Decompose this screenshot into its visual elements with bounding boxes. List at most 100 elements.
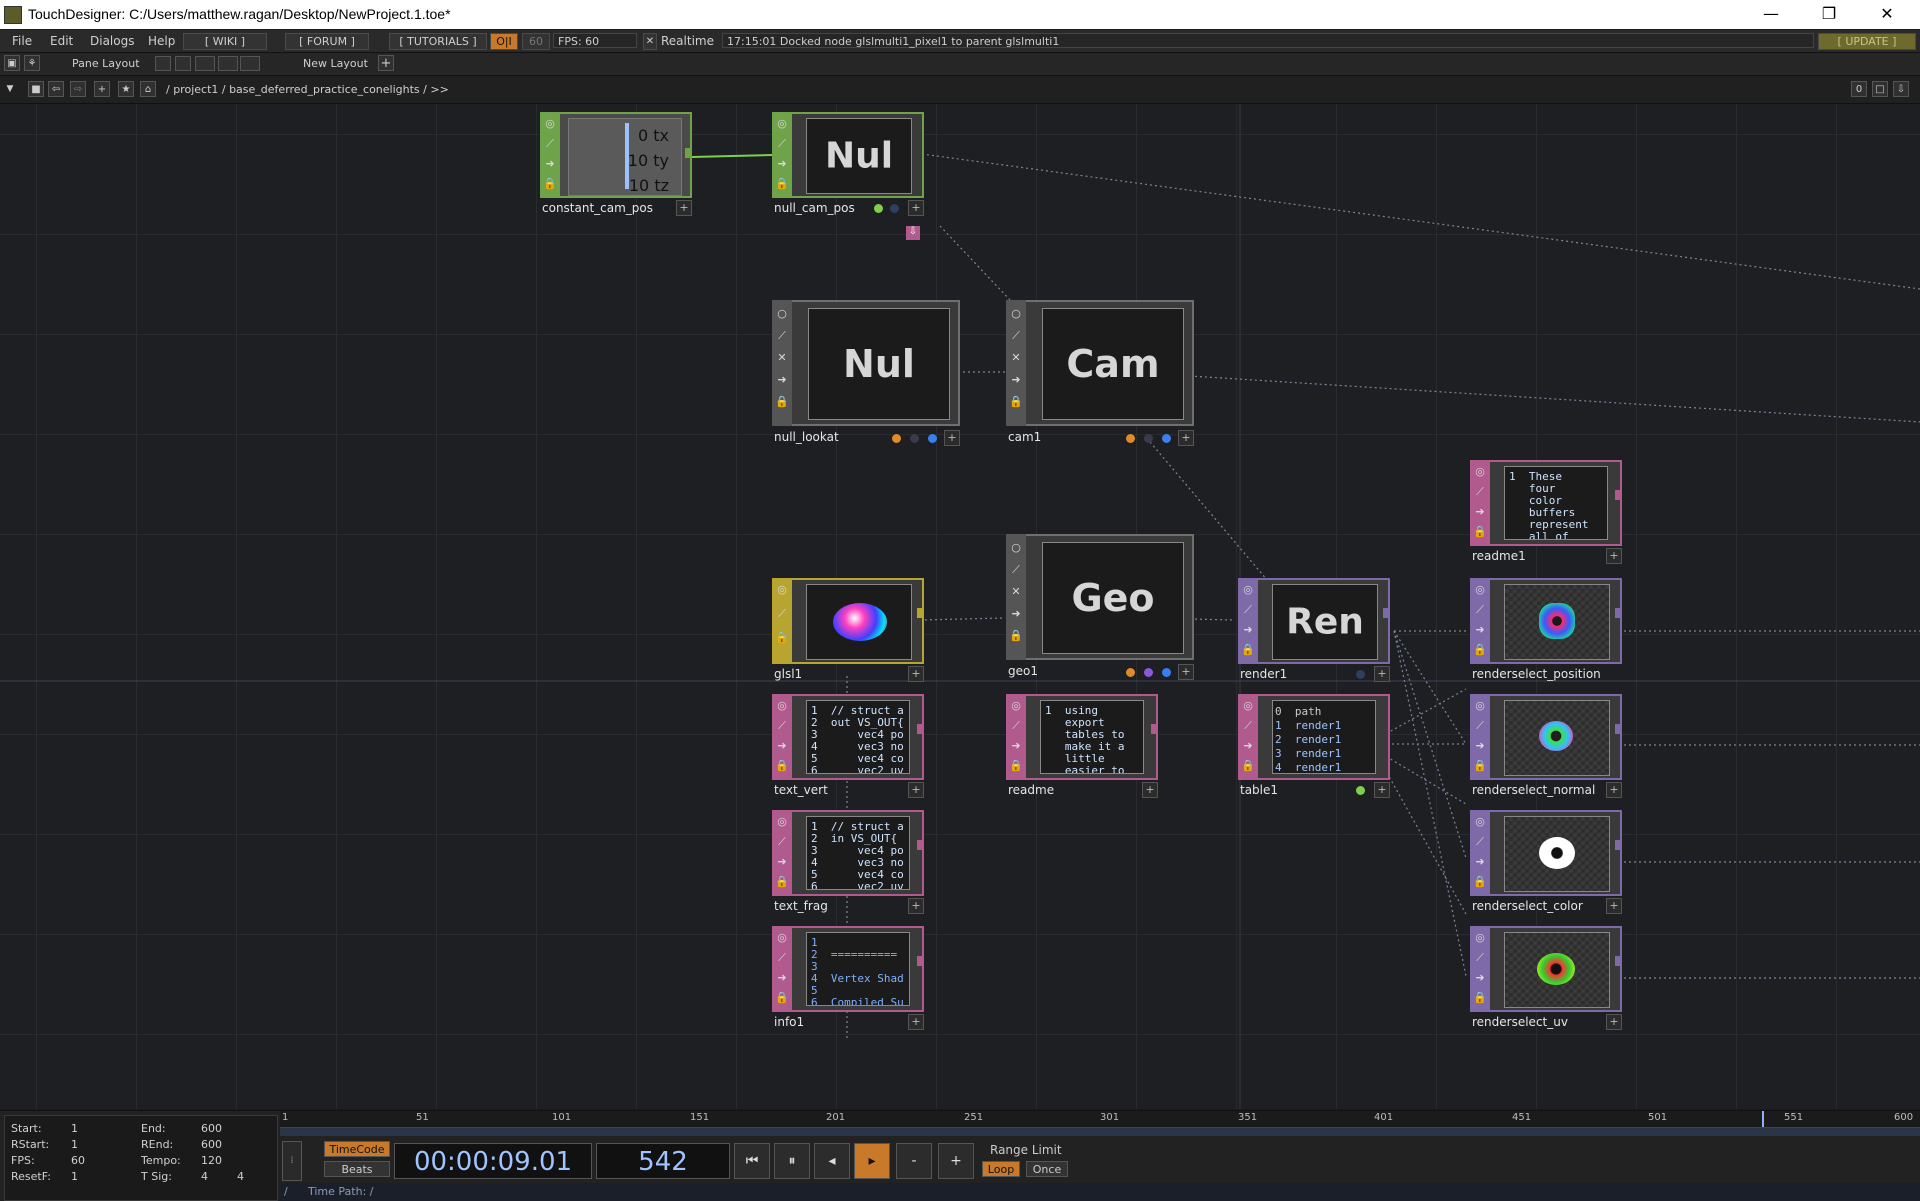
node-renderselect-uv[interactable]: ◎ ⟋ ➜ 🔒 renderselect_uv +	[1470, 926, 1622, 1030]
bypass-flag-icon[interactable]: ⟋	[1472, 484, 1488, 500]
lock-flag-icon[interactable]: 🔒	[1472, 524, 1488, 540]
viewer-flag-icon[interactable]: ◎	[774, 582, 790, 598]
back-icon[interactable]: ⇦	[48, 81, 64, 97]
wire-constant-to-null[interactable]	[691, 154, 773, 158]
node-plus-button[interactable]: +	[1142, 782, 1158, 798]
node-renderselect-color[interactable]: ◎ ⟋ ➜ 🔒 renderselect_color +	[1470, 810, 1622, 914]
viewer-flag-icon[interactable]: ○	[1008, 540, 1024, 556]
end-value[interactable]: 600	[201, 1122, 222, 1135]
timeline-handle[interactable]: ⁞	[282, 1141, 302, 1181]
lock-flag-icon[interactable]: 🔒	[1472, 642, 1488, 658]
delete-flag-icon[interactable]: ✕	[1008, 350, 1024, 366]
home-icon[interactable]: ⌂	[140, 81, 156, 97]
node-plus-button[interactable]: +	[908, 666, 924, 682]
node-readme1[interactable]: ◎ ⟋ ➜ 🔒 1 These four color buffers repre…	[1470, 460, 1622, 564]
pane-type-icon[interactable]: ▣	[4, 55, 20, 71]
rstart-value[interactable]: 1	[71, 1138, 78, 1151]
node-plus-button[interactable]: +	[1606, 548, 1622, 564]
bypass-flag-icon[interactable]: ⟋	[1008, 562, 1024, 578]
wire-cam-out[interactable]	[1189, 375, 1920, 423]
menu-dialogs[interactable]: Dialogs	[90, 34, 134, 48]
node-constant-cam-pos[interactable]: ◎ ⟋ ➜ 🔒 0 tx 10 ty 10 tz constant_cam_po…	[540, 112, 692, 216]
display-flag-icon[interactable]: ➜	[1472, 738, 1488, 754]
forum-button[interactable]: [ FORUM ]	[285, 33, 369, 50]
step-back-button[interactable]: -	[896, 1143, 932, 1179]
bypass-flag-icon[interactable]: ⟋	[542, 136, 558, 152]
node-text-vert[interactable]: ◎ ⟋ ➜ 🔒 1 // struct a 2 out VS_OUT{ 3 ve…	[772, 694, 924, 798]
pane-menu-icon[interactable]: ▼	[3, 81, 17, 95]
delete-flag-icon[interactable]: ✕	[1008, 584, 1024, 600]
viewer-flag-icon[interactable]: ◎	[774, 116, 790, 132]
node-plus-button[interactable]: +	[908, 782, 924, 798]
node-readme[interactable]: ◎ ⟋ ➜ 🔒 1 using export tables to make it…	[1006, 694, 1158, 798]
zero-toggle[interactable]: 0	[1851, 81, 1867, 97]
node-label[interactable]: renderselect_color	[1472, 899, 1583, 913]
tempo-value[interactable]: 120	[201, 1154, 222, 1167]
node-table1[interactable]: ◎ ⟋ ➜ 🔒 0 path 1 render1 2 render1 3 ren…	[1238, 694, 1390, 798]
lock-flag-icon[interactable]: 🔒	[774, 176, 790, 192]
display-flag-icon[interactable]: ➜	[542, 156, 558, 172]
node-plus-button[interactable]: +	[1374, 782, 1390, 798]
node-text-frag[interactable]: ◎ ⟋ ➜ 🔒 1 // struct a 2 in VS_OUT{ 3 vec…	[772, 810, 924, 914]
lock-flag-icon[interactable]: 🔒	[774, 394, 790, 410]
viewer-flag-icon[interactable]: ○	[1008, 306, 1024, 322]
node-plus-button[interactable]: +	[908, 1014, 924, 1030]
viewer-flag-icon[interactable]: ◎	[1472, 464, 1488, 480]
timeline-ruler[interactable]: 1 51 101 151 201 251 301 351 401 451 501…	[280, 1111, 1920, 1128]
menu-help[interactable]: Help	[148, 34, 175, 48]
node-label[interactable]: readme1	[1472, 549, 1526, 563]
viewer-flag-icon[interactable]: ◎	[1240, 582, 1256, 598]
viewer-flag-icon[interactable]: ◎	[774, 930, 790, 946]
bypass-flag-icon[interactable]: ⟋	[774, 834, 790, 850]
once-toggle[interactable]: Once	[1026, 1161, 1068, 1177]
lock-flag-icon[interactable]: 🔒	[1472, 874, 1488, 890]
node-plus-button[interactable]: +	[1374, 666, 1390, 682]
display-flag-icon[interactable]: ➜	[1240, 738, 1256, 754]
loop-toggle[interactable]: Loop	[982, 1161, 1020, 1177]
lock-flag-icon[interactable]: 🔒	[1472, 758, 1488, 774]
node-geo1[interactable]: ○ ⟋ ✕ ➜ 🔒 Geo geo1 +	[1006, 534, 1194, 684]
lock-flag-icon[interactable]: 🔒	[1008, 628, 1024, 644]
display-flag-icon[interactable]: ➜	[774, 372, 790, 388]
node-plus-button[interactable]: +	[1606, 782, 1622, 798]
wire-null-cam-pos-out[interactable]	[921, 153, 1920, 290]
node-label[interactable]: table1	[1240, 783, 1278, 797]
viewer-flag-icon[interactable]: ◎	[1472, 930, 1488, 946]
time-path[interactable]: Time Path: /	[308, 1185, 374, 1198]
node-plus-button[interactable]: +	[1606, 1014, 1622, 1030]
node-label[interactable]: text_frag	[774, 899, 828, 913]
bypass-flag-icon[interactable]: ⟋	[1240, 718, 1256, 734]
node-renderselect-position[interactable]: ◎ ⟋ ➜ 🔒 renderselect_position	[1470, 578, 1630, 681]
restore-button[interactable]: ❐	[1806, 0, 1852, 29]
node-label[interactable]: render1	[1240, 667, 1287, 681]
beats-toggle[interactable]: Beats	[324, 1161, 390, 1177]
display-flag-icon[interactable]: ➜	[1008, 372, 1024, 388]
viewer-flag-icon[interactable]: ◎	[1472, 582, 1488, 598]
node-label[interactable]: renderselect_position	[1472, 667, 1601, 681]
lock-flag-icon[interactable]: 🔒	[1008, 758, 1024, 774]
bypass-flag-icon[interactable]: ⟋	[1240, 602, 1256, 618]
rewind-button[interactable]: ⏮	[734, 1143, 770, 1179]
display-flag-icon[interactable]: ➜	[1008, 606, 1024, 622]
viewer-flag-icon[interactable]: ◎	[774, 814, 790, 830]
play-forward-button[interactable]: ▸	[854, 1143, 890, 1179]
node-plus-button[interactable]: +	[944, 430, 960, 446]
node-plus-button[interactable]: +	[1606, 898, 1622, 914]
viewer-flag-icon[interactable]: ◎	[1008, 698, 1024, 714]
play-backward-button[interactable]: ◂	[814, 1143, 850, 1179]
node-null-cam-pos[interactable]: ◎ ⟋ ➜ 🔒 Nul null_cam_pos + ⇩	[772, 112, 924, 240]
timecode-display[interactable]: 00:00:09.01	[394, 1143, 592, 1179]
layout-four-icon[interactable]	[240, 56, 260, 71]
fps-cap[interactable]: 60	[522, 33, 550, 50]
wiki-button[interactable]: [ WIKI ]	[183, 33, 267, 50]
display-flag-icon[interactable]: ➜	[1472, 854, 1488, 870]
layout-split-h-icon[interactable]	[195, 56, 215, 71]
wire-render-to-rs-normal[interactable]	[1393, 630, 1467, 745]
node-info1[interactable]: ◎ ⟋ ➜ 🔒 1 2 ========== 3 4 Vertex Shad 5…	[772, 926, 924, 1030]
pane-export-icon[interactable]: ⇩	[1893, 81, 1909, 97]
menu-file[interactable]: File	[12, 34, 32, 48]
node-plus-button[interactable]: +	[676, 200, 692, 216]
viewer-flag-icon[interactable]: ◎	[1240, 698, 1256, 714]
pause-button[interactable]: ⏸	[774, 1143, 810, 1179]
layout-three-icon[interactable]	[218, 56, 238, 71]
